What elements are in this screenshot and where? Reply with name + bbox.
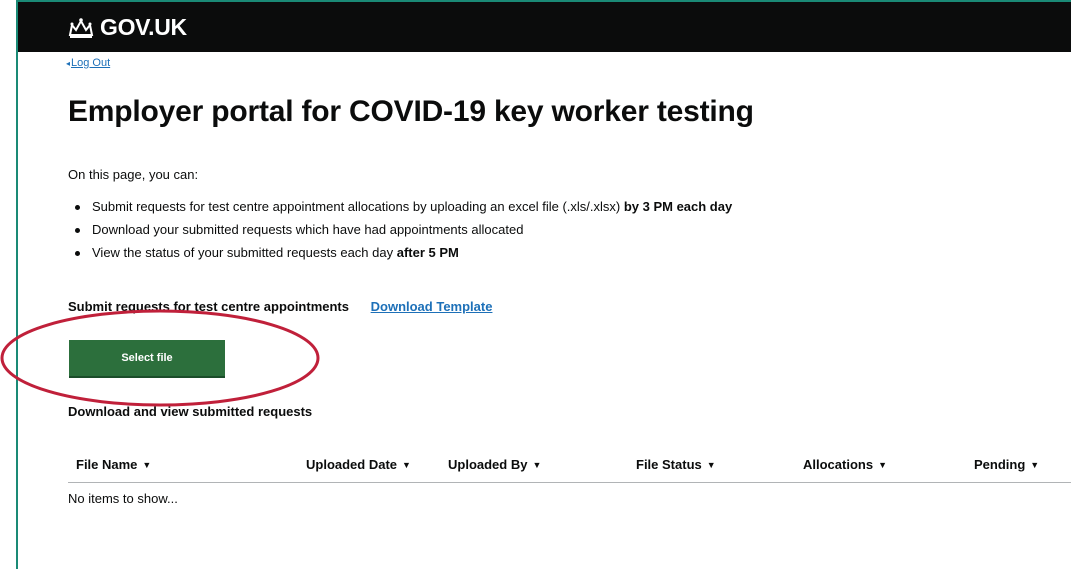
- sort-caret-icon: ▼: [402, 460, 411, 470]
- submit-requests-label: Submit requests for test centre appointm…: [68, 299, 349, 314]
- log-out-label: Log Out: [71, 57, 111, 69]
- sort-caret-icon: ▼: [1030, 460, 1040, 470]
- column-header-label: Allocations: [803, 457, 874, 472]
- submitted-requests-heading: Download and view submitted requests: [68, 404, 313, 419]
- column-header-label: Uploaded By: [448, 457, 528, 472]
- select-file-button[interactable]: Select file: [69, 340, 225, 376]
- sort-caret-icon: ▼: [142, 460, 152, 470]
- table-header: File Name ▼ Uploaded Date ▼ Uploaded By ▼ F…: [68, 448, 1071, 483]
- feature-list: Submit requests for test centre appointm…: [70, 195, 732, 264]
- sort-caret-icon: ▼: [706, 460, 716, 470]
- page-title: Employer portal for COVID-19 key worker …: [68, 95, 754, 128]
- column-header-uploaded-date[interactable]: Uploaded Date ▼: [306, 457, 411, 472]
- column-header-label: File Status: [636, 457, 702, 472]
- column-header-pending[interactable]: Pending ▼: [974, 457, 1039, 472]
- list-item-emphasis: after 5 PM: [396, 245, 459, 260]
- download-template-link[interactable]: Download Template: [371, 299, 493, 314]
- govuk-logo[interactable]: GOV.UK: [68, 14, 187, 41]
- frame-border-left: [16, 0, 18, 569]
- column-header-file-name[interactable]: File Name ▼: [76, 457, 151, 472]
- column-header-label: File Name: [76, 457, 138, 472]
- crown-icon: [68, 17, 94, 38]
- sort-caret-icon: ▼: [878, 460, 887, 470]
- intro-text: On this page, you can:: [68, 167, 199, 182]
- govuk-header: GOV.UK: [18, 2, 1071, 52]
- back-chevron-icon: ◂: [66, 59, 71, 68]
- column-header-uploaded-by[interactable]: Uploaded By ▼: [448, 457, 541, 472]
- sort-caret-icon: ▼: [532, 460, 542, 470]
- list-item-text: Submit requests for test centre appointm…: [92, 199, 624, 214]
- submitted-requests-table: File Name ▼ Uploaded Date ▼ Uploaded By ▼ F…: [68, 448, 1071, 506]
- empty-table-message: No items to show...: [68, 491, 178, 506]
- list-item-emphasis: by 3 PM each day: [623, 199, 733, 214]
- log-out-link[interactable]: ◂Log Out: [66, 57, 110, 69]
- column-header-label: Uploaded Date: [306, 457, 398, 472]
- column-header-file-status[interactable]: File Status ▼: [636, 457, 716, 472]
- list-item: Download your submitted requests which h…: [70, 218, 732, 241]
- column-header-allocations[interactable]: Allocations ▼: [803, 457, 887, 472]
- list-item: Submit requests for test centre appointm…: [70, 195, 732, 218]
- submit-requests-row: Submit requests for test centre appointm…: [68, 299, 492, 314]
- list-item-text: Download your submitted requests which h…: [92, 222, 524, 237]
- logo-text: GOV.UK: [100, 14, 187, 40]
- list-item-text: View the status of your submitted reques…: [92, 245, 397, 260]
- list-item: View the status of your submitted reques…: [70, 241, 732, 264]
- column-header-label: Pending: [974, 457, 1026, 472]
